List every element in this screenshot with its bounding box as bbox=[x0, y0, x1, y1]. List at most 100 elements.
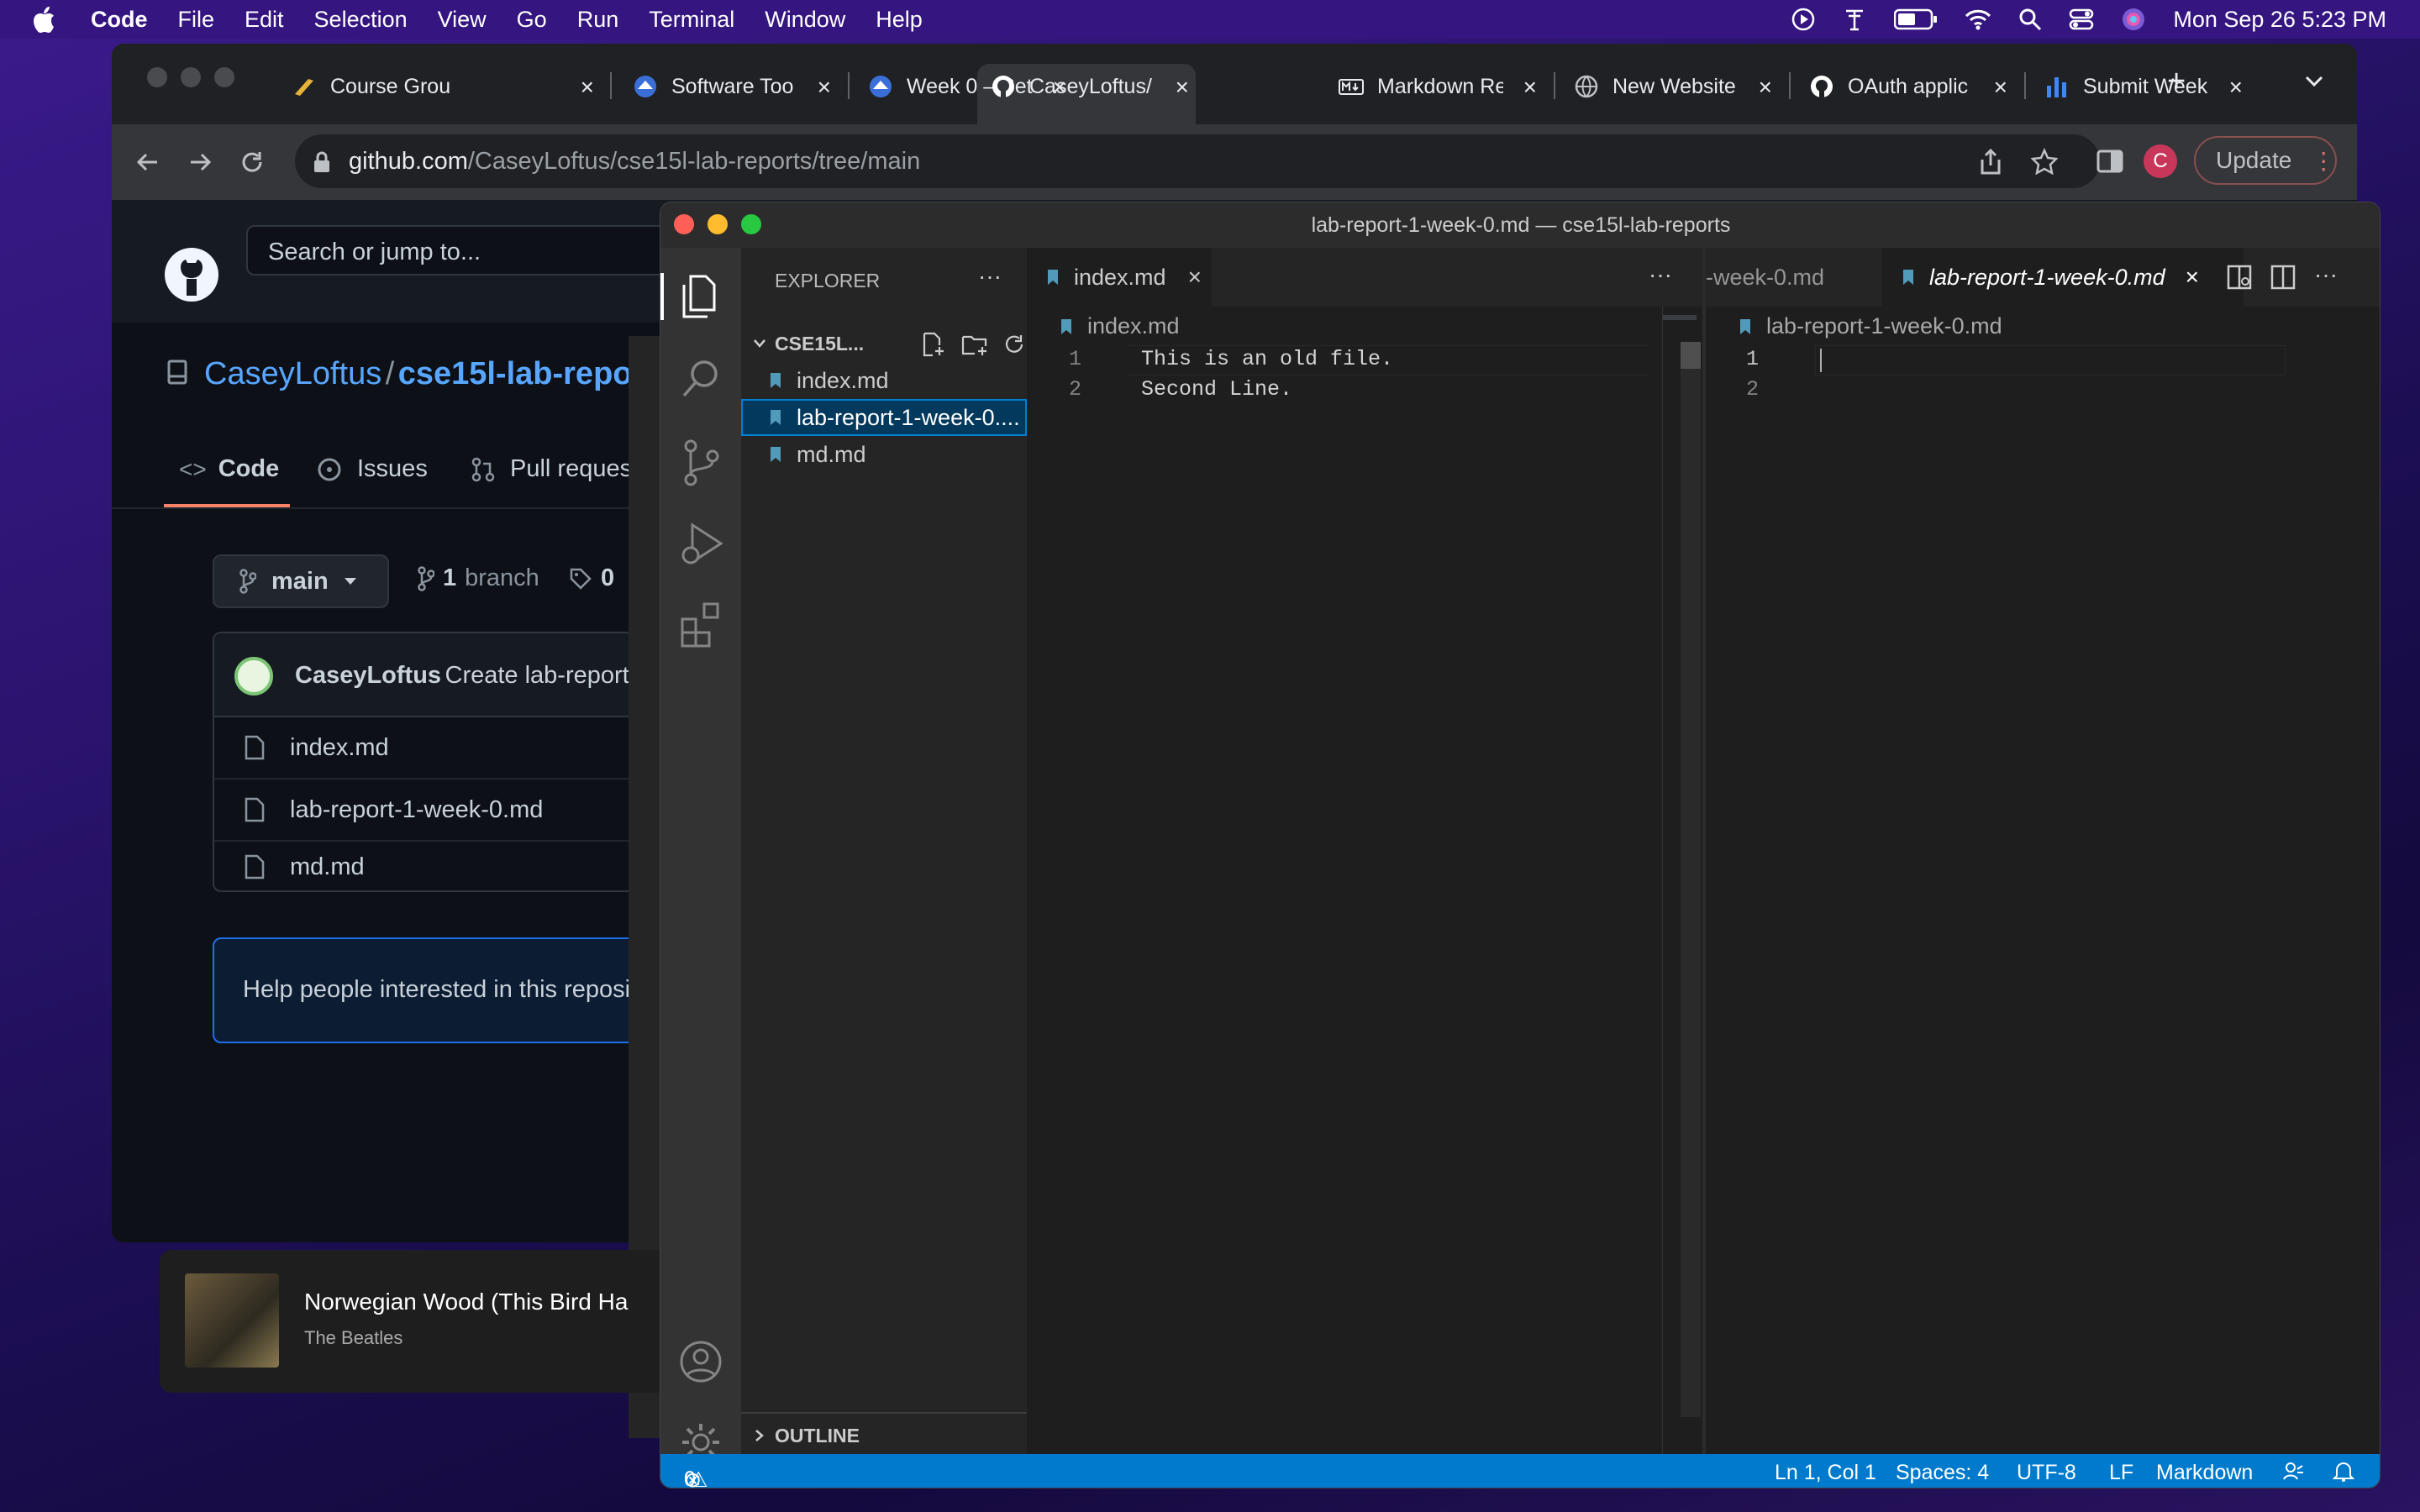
close-window-dot[interactable] bbox=[147, 67, 167, 87]
file-link[interactable]: index.md bbox=[290, 734, 389, 762]
tags-link[interactable]: 0 bbox=[569, 564, 614, 592]
control-center-icon[interactable] bbox=[2069, 8, 2094, 31]
tab-markdown[interactable]: Markdown Re × bbox=[1339, 66, 1537, 108]
wifi-icon[interactable] bbox=[1965, 8, 1991, 30]
file-link[interactable]: md.md bbox=[290, 853, 365, 881]
menu-run[interactable]: Run bbox=[577, 7, 619, 33]
repo-name-link[interactable]: cse15l-lab-repo bbox=[398, 356, 633, 391]
close-tab-icon[interactable]: × bbox=[818, 74, 831, 101]
outline-section[interactable]: OUTLINE bbox=[741, 1417, 1027, 1454]
minimize-window-dot[interactable] bbox=[708, 214, 728, 234]
commit-message[interactable]: Create lab-report bbox=[445, 662, 629, 689]
more-actions-icon[interactable]: ··· bbox=[1649, 261, 1672, 288]
more-actions-icon[interactable]: ··· bbox=[2314, 261, 2338, 288]
list-item[interactable]: md.md bbox=[741, 436, 1027, 473]
scrollbar-thumb[interactable] bbox=[1681, 342, 1701, 369]
share-icon[interactable] bbox=[1979, 148, 2002, 175]
back-icon[interactable] bbox=[135, 150, 160, 175]
accounts-icon[interactable] bbox=[679, 1340, 723, 1383]
tab-week-0-partial[interactable]: -week-0.md bbox=[1706, 248, 1882, 307]
scrollbar[interactable] bbox=[1681, 342, 1701, 1417]
lock-icon[interactable] bbox=[313, 151, 330, 173]
close-tab-icon[interactable]: × bbox=[1523, 74, 1537, 101]
menu-help[interactable]: Help bbox=[876, 7, 923, 33]
tab-caseyloftus-active[interactable]: CaseyLoftus/ × bbox=[991, 66, 1189, 108]
search-icon[interactable] bbox=[681, 357, 723, 399]
menu-window[interactable]: Window bbox=[765, 7, 845, 33]
end-of-line[interactable]: LF bbox=[2109, 1461, 2133, 1485]
close-tab-icon[interactable]: × bbox=[1759, 74, 1772, 101]
tab-index-md[interactable]: index.md × bbox=[1027, 248, 1212, 307]
open-preview-icon[interactable] bbox=[2227, 265, 2252, 290]
menu-view[interactable]: View bbox=[438, 7, 487, 33]
indentation[interactable]: Spaces: 4 bbox=[1896, 1461, 1989, 1485]
side-panel-icon[interactable] bbox=[2096, 150, 2123, 173]
github-logo-icon[interactable] bbox=[164, 247, 219, 302]
breadcrumb[interactable]: index.md bbox=[1060, 313, 1180, 339]
url-text[interactable]: github.com/CaseyLoftus/cse15l-lab-report… bbox=[349, 148, 920, 176]
airplay-icon[interactable] bbox=[1842, 8, 1867, 31]
breadcrumb[interactable]: lab-report-1-week-0.md bbox=[1739, 313, 2002, 339]
encoding[interactable]: UTF-8 bbox=[2017, 1461, 2076, 1485]
close-tab-icon[interactable]: × bbox=[581, 74, 594, 101]
branch-select-button[interactable]: main bbox=[213, 554, 389, 608]
github-search-input[interactable]: Search or jump to... bbox=[246, 225, 683, 276]
profile-avatar[interactable]: C bbox=[2144, 144, 2177, 178]
source-control-icon[interactable] bbox=[682, 439, 721, 486]
tab-code[interactable]: <> Code bbox=[179, 455, 279, 483]
table-row[interactable]: index.md bbox=[214, 717, 681, 780]
spotlight-search-icon[interactable] bbox=[2018, 8, 2042, 31]
avatar[interactable] bbox=[234, 657, 273, 696]
tab-course-group[interactable]: Course Grou × bbox=[292, 66, 594, 108]
language-mode[interactable]: Markdown bbox=[2156, 1461, 2253, 1485]
tab-new-website[interactable]: New Website × bbox=[1574, 66, 1772, 108]
split-editor-icon[interactable] bbox=[2270, 265, 2296, 290]
menu-selection[interactable]: Selection bbox=[314, 7, 408, 33]
table-row[interactable]: lab-report-1-week-0.md bbox=[214, 780, 681, 842]
zoom-window-dot[interactable] bbox=[741, 214, 761, 234]
refresh-icon[interactable] bbox=[1002, 332, 1027, 357]
tab-search-icon[interactable] bbox=[2305, 76, 2323, 87]
new-folder-icon[interactable] bbox=[961, 332, 988, 357]
menu-edit[interactable]: Edit bbox=[245, 7, 284, 33]
close-tab-icon[interactable]: × bbox=[2229, 74, 2243, 101]
tab-pull-requests[interactable]: Pull reques bbox=[471, 455, 632, 483]
app-menu-code[interactable]: Code bbox=[91, 7, 148, 33]
album-art[interactable] bbox=[185, 1273, 279, 1368]
file-link[interactable]: lab-report-1-week-0.md bbox=[290, 796, 543, 824]
list-item[interactable]: index.md bbox=[741, 362, 1027, 399]
list-item-selected[interactable]: lab-report-1-week-0.... bbox=[741, 399, 1027, 436]
tab-lab-report[interactable]: lab-report-1-week-0.md × bbox=[1882, 248, 2244, 307]
bookmark-star-icon[interactable] bbox=[2031, 148, 2058, 175]
close-window-dot[interactable] bbox=[674, 214, 694, 234]
code-line[interactable]: This is an old file. bbox=[1141, 347, 1393, 371]
apple-icon[interactable] bbox=[32, 6, 55, 33]
kebab-menu-icon[interactable]: ⋮ bbox=[2312, 147, 2335, 175]
feedback-icon[interactable] bbox=[2282, 1461, 2304, 1483]
reload-icon[interactable] bbox=[239, 150, 265, 175]
close-tab-icon[interactable]: × bbox=[1176, 74, 1189, 101]
explorer-icon[interactable] bbox=[679, 273, 723, 320]
table-row[interactable]: md.md bbox=[214, 842, 681, 892]
explorer-more-icon[interactable]: ··· bbox=[978, 263, 1002, 290]
new-tab-icon[interactable]: + bbox=[2167, 64, 2186, 100]
siri-icon[interactable] bbox=[2121, 7, 2146, 32]
menubar-clock[interactable]: Mon Sep 26 5:23 PM bbox=[2173, 7, 2386, 33]
code-line[interactable]: Second Line. bbox=[1141, 377, 1292, 402]
run-debug-icon[interactable] bbox=[679, 520, 724, 567]
branches-link[interactable]: 1 branch bbox=[418, 564, 539, 592]
close-tab-icon[interactable]: × bbox=[1188, 264, 1202, 291]
screen-record-icon[interactable] bbox=[1791, 8, 1815, 31]
close-tab-icon[interactable]: × bbox=[2186, 264, 2199, 291]
code-editor-area[interactable] bbox=[1815, 344, 2370, 1452]
extensions-icon[interactable] bbox=[679, 601, 724, 648]
commit-author[interactable]: CaseyLoftus bbox=[295, 662, 441, 689]
cursor-position[interactable]: Ln 1, Col 1 bbox=[1775, 1461, 1876, 1485]
menu-file[interactable]: File bbox=[178, 7, 215, 33]
menu-go[interactable]: Go bbox=[517, 7, 547, 33]
forward-icon[interactable] bbox=[187, 150, 213, 175]
tab-oauth[interactable]: OAuth applic × bbox=[1809, 66, 2007, 108]
update-button[interactable]: Update ⋮ bbox=[2194, 136, 2337, 185]
repo-owner-link[interactable]: CaseyLoftus bbox=[204, 356, 381, 391]
close-tab-icon[interactable]: × bbox=[1994, 74, 2007, 101]
